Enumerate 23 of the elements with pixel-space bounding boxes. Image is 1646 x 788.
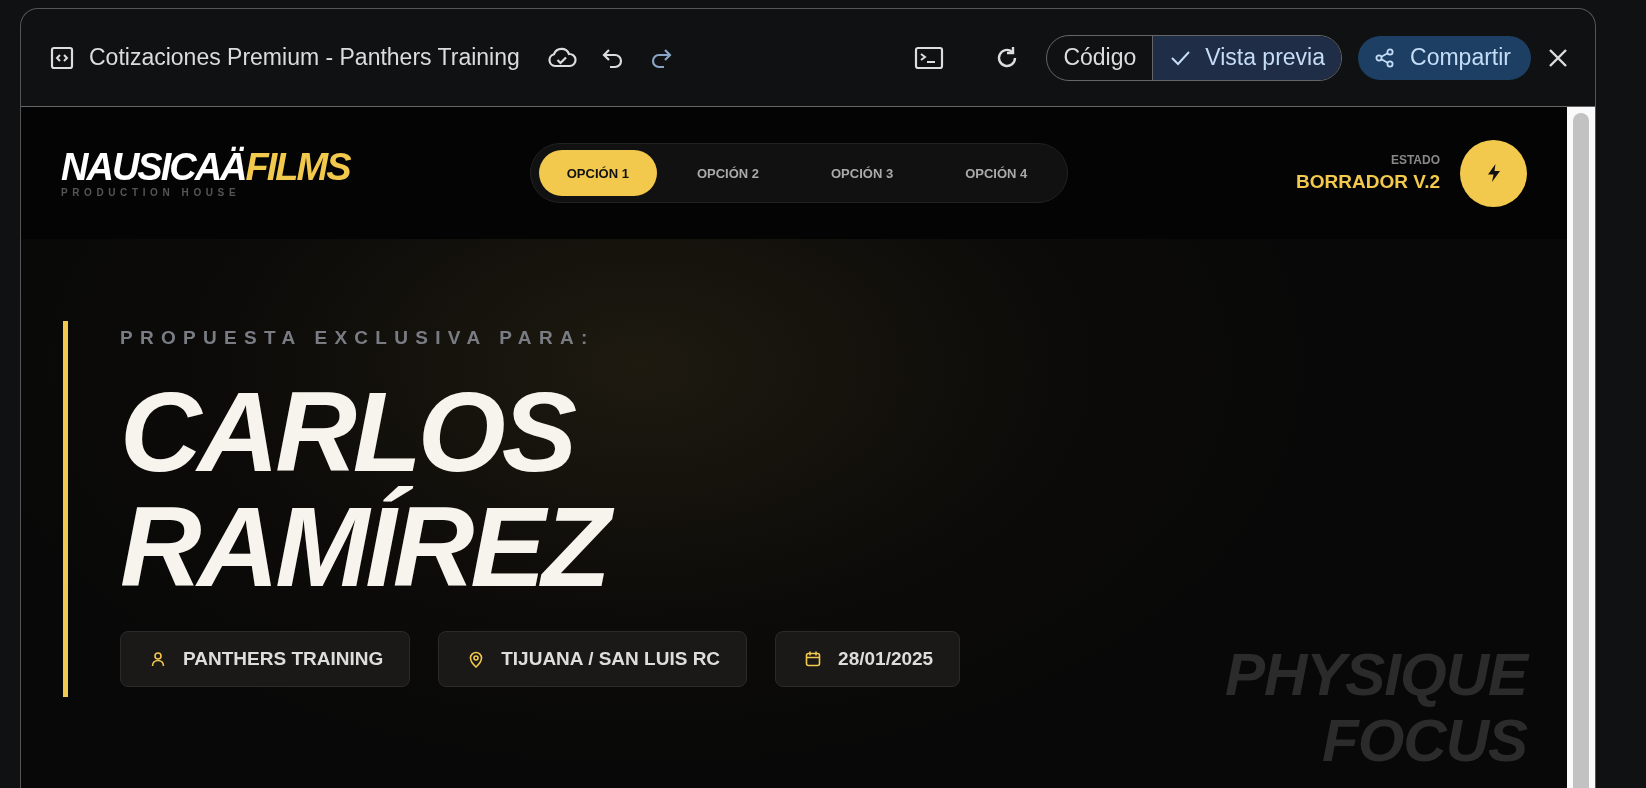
scrollbar-thumb[interactable] (1573, 113, 1589, 788)
terminal-icon[interactable] (914, 45, 945, 70)
eyebrow-text: PROPUESTA EXCLUSIVA PARA: (120, 327, 596, 349)
view-tab[interactable]: Código (1047, 35, 1153, 80)
window-title: Cotizaciones Premium - Panthers Training (89, 44, 520, 71)
person-icon (149, 650, 167, 668)
scrollbar[interactable] (1567, 107, 1595, 788)
chip-text: TIJUANA / SAN LUIS RC (501, 648, 721, 670)
status-label: ESTADO (1390, 153, 1440, 167)
chip-text: PANTHERS TRAINING (183, 648, 384, 670)
calendar-icon (804, 650, 823, 668)
brand-tagline: PRODUCTION HOUSE (61, 187, 242, 198)
close-icon[interactable] (1547, 46, 1569, 69)
code-icon (49, 44, 75, 71)
option-tab[interactable]: OPCIÓN 2 (664, 150, 791, 196)
share-button[interactable]: Compartir (1358, 35, 1531, 80)
option-tab[interactable]: OPCIÓN 3 (799, 150, 926, 196)
option-tab[interactable]: OPCIÓN 4 (933, 150, 1060, 196)
status-value: BORRADOR V.2 (1296, 171, 1440, 193)
option-tab[interactable]: OPCIÓN 1 (538, 150, 657, 196)
chip-text: 28/01/2025 (838, 648, 934, 670)
brand-logo: NAUSICAÄFILMS (61, 148, 352, 186)
view-tab[interactable]: Vista previa (1152, 35, 1342, 80)
